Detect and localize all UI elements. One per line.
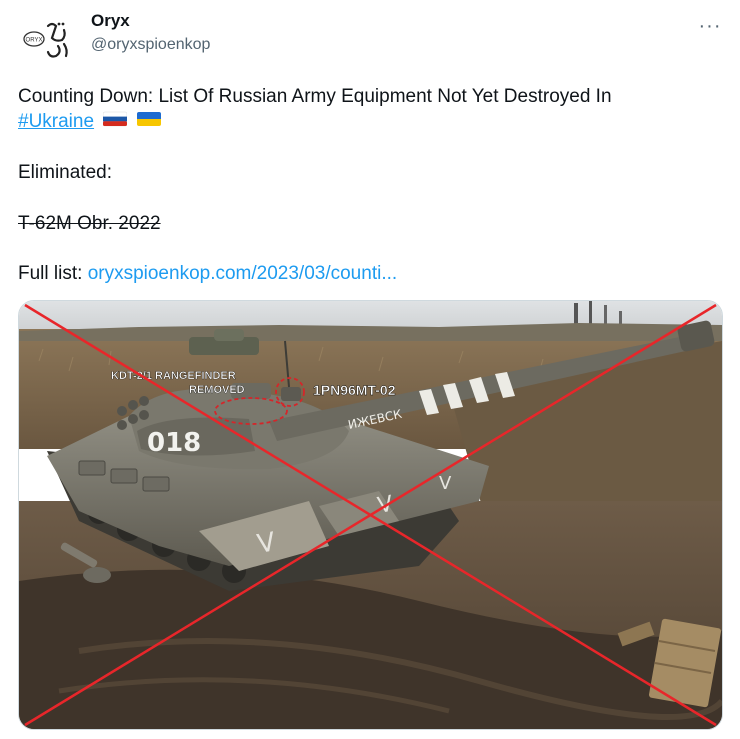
eliminated-label: Eliminated: — [18, 162, 112, 183]
tweet-text-line2: #Ukraine — [18, 110, 161, 134]
eliminated-item: T-62M Obr. 2022 — [18, 213, 161, 234]
hashtag-link[interactable]: #Ukraine — [18, 111, 94, 132]
author-name[interactable]: Oryx — [91, 11, 130, 31]
full-list-line: Full list: oryxspioenkop.com/2023/03/cou… — [18, 262, 397, 286]
oryx-logo-icon: ORYX — [19, 11, 77, 69]
label-sight: 1PN96MT-02 — [313, 382, 396, 398]
avatar[interactable]: ORYX — [18, 10, 78, 70]
svg-text:V: V — [439, 473, 452, 494]
author-handle[interactable]: @oryxspioenkop — [91, 36, 210, 54]
tweet-text-line1: Counting Down: List Of Russian Army Equi… — [18, 86, 612, 107]
label-rangefinder-2: REMOVED — [189, 384, 245, 396]
avatar-text: ORYX — [26, 38, 43, 44]
label-rangefinder-1: KDT-2/1 RANGEFINDER — [111, 370, 236, 382]
tank-photo: V V V 018 ИЖЕВСК — [19, 301, 722, 729]
full-list-link[interactable]: oryxspioenkop.com/2023/03/counti... — [88, 263, 397, 284]
russia-flag-icon — [103, 110, 128, 134]
ukraine-flag-icon — [136, 110, 161, 134]
more-options-icon[interactable]: ··· — [692, 8, 728, 44]
full-list-label: Full list: — [18, 263, 88, 284]
turret-number: 018 — [147, 428, 201, 458]
tweet-image[interactable]: V V V 018 ИЖЕВСК — [18, 300, 723, 730]
